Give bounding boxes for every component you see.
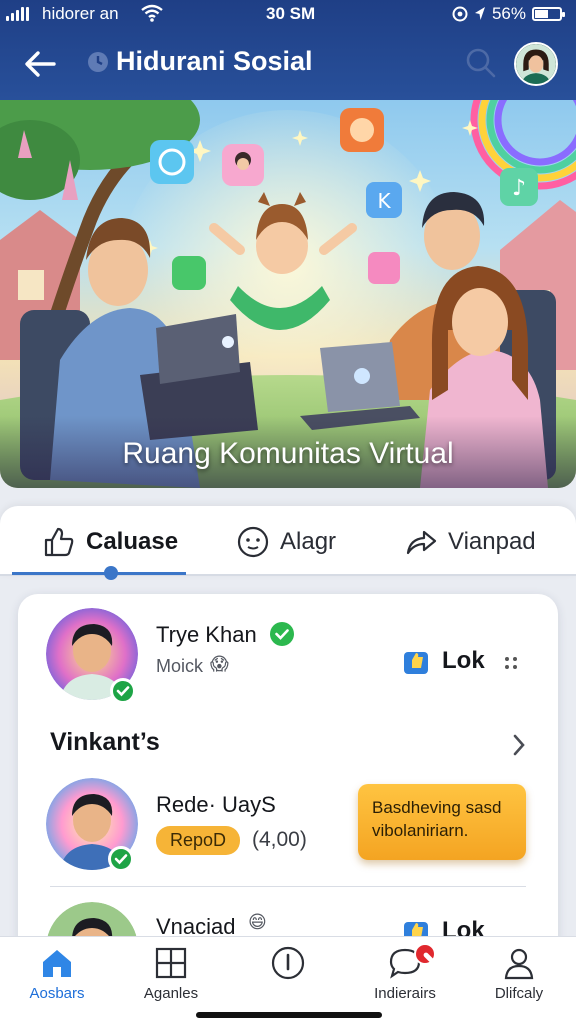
page-title: Hidurani Sosial	[116, 46, 313, 76]
tab-vianpad[interactable]: Vianpad	[404, 520, 536, 564]
verified-icon	[108, 846, 134, 872]
promo-card[interactable]: Basdheving sasd vibolaniriarn.	[358, 784, 526, 860]
post-author-status: Moick	[156, 656, 204, 676]
lok-button[interactable]: Lok	[402, 646, 485, 676]
clock-icon	[88, 52, 108, 72]
post-author-name[interactable]: Trye Khan	[156, 622, 257, 648]
item-name[interactable]: Rede· UayS	[156, 792, 276, 818]
notification-badge-icon	[414, 943, 445, 974]
svg-text:K: K	[377, 189, 391, 213]
nav-label: Indierairs	[374, 985, 436, 1002]
nav-item-info[interactable]	[233, 945, 343, 1005]
status-time: 30 SM	[266, 4, 316, 23]
battery-percent: 56%	[491, 4, 526, 23]
home-indicator[interactable]	[196, 1012, 382, 1018]
status-bar: hidorer an 30 SM 56%	[0, 0, 576, 28]
nav-label: Aosbars	[29, 985, 85, 1002]
tab-bar: Caluase Alagr Vianpad	[0, 506, 576, 576]
shocked-emoji-icon: 😱	[210, 654, 229, 674]
feed-card: Trye Khan Moick 😱 Lok Vinkant’s Rede· Ua…	[18, 594, 558, 994]
active-tab-indicator	[12, 572, 186, 575]
carrier-label: hidorer an	[42, 4, 119, 23]
section-title: Vinkant’s	[50, 728, 160, 756]
thumbs-up-badge-icon	[404, 652, 428, 674]
hero-title: Ruang Komunitas Virtual	[0, 416, 576, 488]
wifi-icon	[141, 4, 163, 22]
report-badge[interactable]: RepoD	[156, 826, 241, 855]
lok-label: Lok	[442, 647, 485, 674]
nav-item-aganles[interactable]: Aganles	[116, 945, 226, 1005]
signal-icon	[6, 7, 29, 21]
verified-icon	[110, 678, 136, 704]
nav-label: Dlifcaly	[494, 985, 544, 1002]
hero-banner[interactable]: K ♪ Ruang Komunitas Virtual	[0, 100, 576, 488]
item-count: (4,00)	[252, 828, 307, 851]
nav-item-aosbars[interactable]: Aosbars	[2, 945, 112, 1005]
grid-icon	[155, 947, 187, 979]
battery-icon	[532, 7, 565, 21]
verified-badge-icon	[270, 622, 294, 646]
item-divider	[50, 886, 526, 887]
tab-label: Caluase	[86, 528, 179, 555]
svg-text:♪: ♪	[512, 176, 526, 201]
active-tab-dot	[104, 566, 118, 580]
search-icon[interactable]	[464, 46, 498, 80]
tab-alagr[interactable]: Alagr	[236, 520, 336, 564]
tab-caluase[interactable]: Caluase	[42, 520, 178, 564]
grin-emoji-icon: 😄	[248, 912, 267, 932]
bottom-navigation: Aosbars Aganles Indierairs Dlifcaly	[0, 936, 576, 1024]
user-avatar[interactable]	[514, 42, 558, 86]
nav-item-dlifcaly[interactable]: Dlifcaly	[464, 945, 574, 1005]
nav-label: Aganles	[143, 985, 199, 1002]
location-icon	[474, 7, 485, 20]
smiley-icon	[237, 526, 269, 558]
chevron-right-icon[interactable]	[510, 732, 528, 758]
arrow-left-icon[interactable]	[20, 44, 60, 84]
thumbs-up-icon	[44, 527, 74, 557]
alarm-icon	[452, 6, 468, 22]
profile-icon	[504, 948, 534, 980]
home-icon	[43, 950, 71, 977]
share-icon	[406, 530, 437, 555]
nav-item-indierairs[interactable]: Indierairs	[350, 943, 460, 1005]
app-header: hidorer an 30 SM 56% Hidurani Sosial	[0, 0, 576, 100]
tab-label: Vianpad	[448, 528, 536, 555]
tab-label: Alagr	[280, 528, 337, 555]
info-circle-icon	[271, 946, 305, 980]
more-options-icon[interactable]	[504, 656, 518, 670]
